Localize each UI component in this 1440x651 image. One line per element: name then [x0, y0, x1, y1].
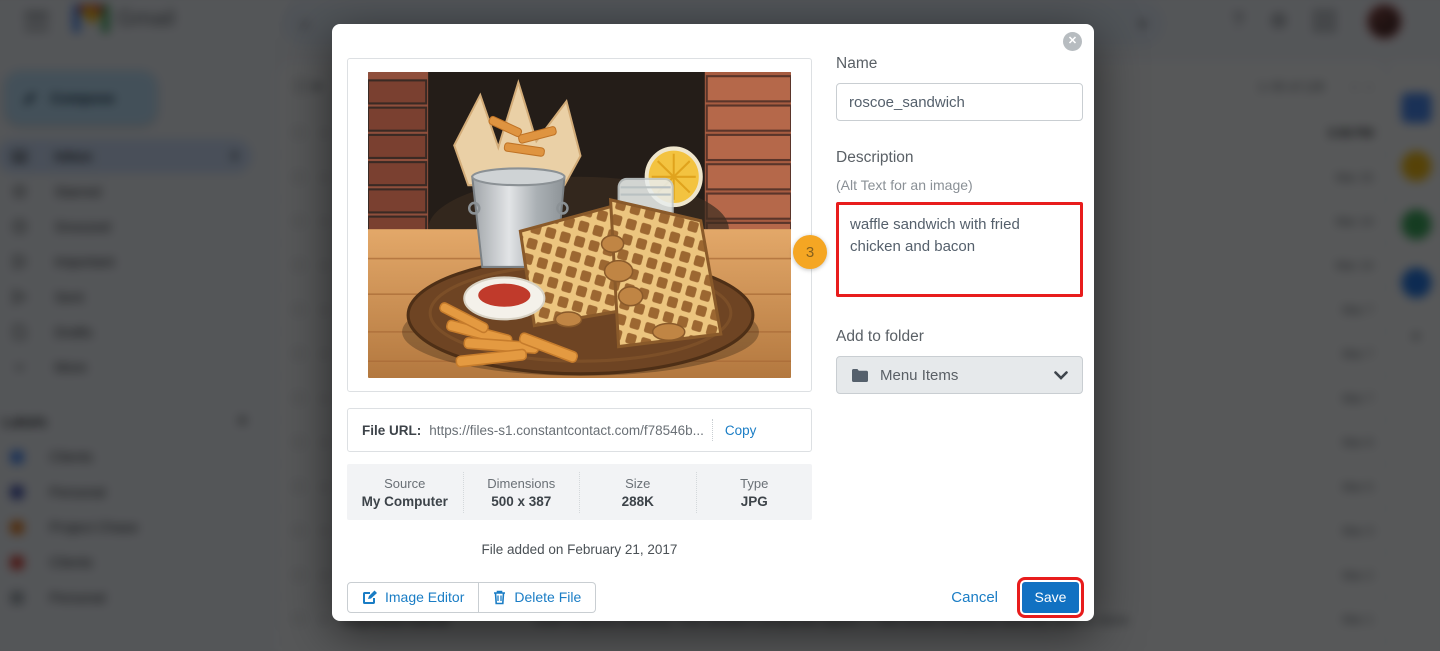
file-details-modal: ✕ — [332, 24, 1094, 621]
alt-text-hint: (Alt Text for an image) — [836, 177, 1083, 193]
meta-size-label: Size — [580, 476, 696, 491]
meta-dimensions-value: 500 x 387 — [464, 494, 580, 509]
folder-dropdown[interactable]: Menu Items — [836, 356, 1083, 394]
edit-icon — [362, 590, 377, 605]
trash-icon — [493, 590, 506, 605]
name-label: Name — [836, 55, 1083, 73]
file-preview-frame — [347, 58, 812, 392]
screen: Gmail ⌕ ▾ ? ⚙ Compose Inbox 3 — [0, 0, 1440, 651]
tutorial-step-badge: 3 — [793, 235, 827, 269]
close-icon[interactable]: ✕ — [1063, 32, 1082, 51]
meta-dimensions-label: Dimensions — [464, 476, 580, 491]
delete-file-button[interactable]: Delete File — [479, 582, 596, 613]
save-button[interactable]: Save — [1022, 582, 1079, 613]
image-editor-button[interactable]: Image Editor — [347, 582, 479, 613]
add-to-folder-label: Add to folder — [836, 328, 1083, 346]
file-url-label: File URL: — [362, 423, 421, 438]
copy-url-button[interactable]: Copy — [725, 423, 757, 438]
folder-icon — [851, 368, 868, 382]
folder-dropdown-value: Menu Items — [880, 367, 958, 384]
meta-type-label: Type — [697, 476, 813, 491]
chevron-down-icon — [1054, 371, 1068, 380]
description-label: Description — [836, 149, 1083, 167]
name-input[interactable] — [836, 83, 1083, 121]
file-url-value: https://files-s1.constantcontact.com/f78… — [429, 423, 704, 438]
meta-size-value: 288K — [580, 494, 696, 509]
description-textarea[interactable]: waffle sandwich with fried chicken and b… — [836, 202, 1083, 297]
file-preview-image — [368, 72, 791, 378]
file-added-date: File added on February 21, 2017 — [347, 542, 812, 557]
cancel-button[interactable]: Cancel — [951, 589, 998, 606]
file-url-row: File URL: https://files-s1.constantconta… — [347, 408, 812, 452]
meta-source-label: Source — [347, 476, 463, 491]
meta-type-value: JPG — [697, 494, 813, 509]
file-meta: Source My Computer Dimensions 500 x 387 Si… — [347, 464, 812, 520]
meta-source-value: My Computer — [347, 494, 463, 509]
